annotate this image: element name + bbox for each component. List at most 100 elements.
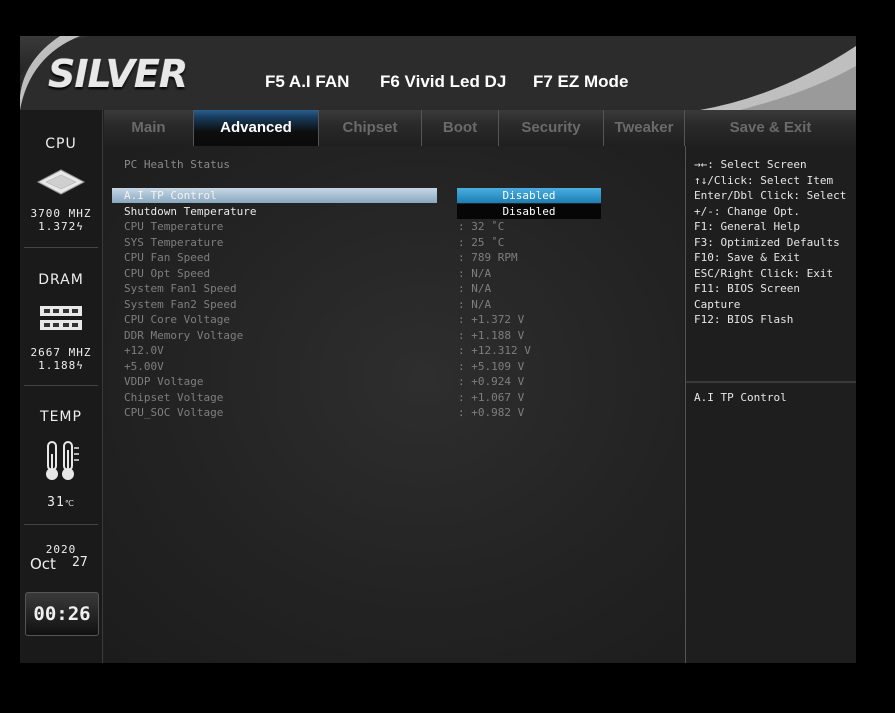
clock-time: 00:26 [33,603,91,625]
temp-title: TEMP [40,409,82,425]
reading-value: : N/A [458,282,492,295]
reading-value: : +12.312 V [458,344,531,357]
f6-vivid-led-button[interactable]: F6 Vivid Led DJ [380,72,506,92]
health-reading-row: CPU Fan Speed : 789 RPM [104,250,684,265]
health-reading-row: VDDP Voltage : +0.924 V [104,374,684,389]
sidebar-divider [24,385,98,386]
help-panel: →←: Select Screen ↑↓/Click: Select Item En… [685,146,856,663]
system-info-sidebar: CPU 3700 MHZ 1.372ϟ DRAM 2667 MHZ 1.188ϟ… [20,110,103,663]
cpu-frequency: 3700 MHZ [30,207,92,220]
tab-tweaker[interactable]: Tweaker [604,110,685,146]
tab-main[interactable]: Main [104,110,194,146]
reading-value: : 25 ˚C [458,235,505,249]
reading-value: : 32 ˚C [458,220,505,233]
tab-bar: Main Advanced Chipset Boot Security Twea… [104,110,856,146]
dram-title: DRAM [38,272,84,288]
ai-tp-control-row[interactable]: A.I TP Control Disabled [104,188,684,203]
help-key-line: ESC/Right Click: Exit [694,266,834,280]
help-key-line: F10: Save & Exit [694,251,800,264]
voltage-bolt-icon: ϟ [76,359,84,372]
dram-icon [40,306,82,330]
celsius-icon: ℃ [64,499,75,508]
help-key-line: Capture [694,297,741,311]
silver-logo: SILVER [48,52,188,96]
section-title: PC Health Status [124,158,230,171]
reading-label: Chipset Voltage [124,390,224,404]
reading-label: +12.0V [124,344,164,357]
health-reading-row: DDR Memory Voltage : +1.188 V [104,328,684,343]
thermometer-icon [46,441,79,480]
reading-value: : N/A [458,297,492,311]
cpu-icon [36,169,86,195]
reading-label: CPU Opt Speed [124,266,211,280]
sidebar-divider [24,524,98,525]
tab-save-exit[interactable]: Save & Exit [685,110,856,146]
temp-value: 31 [47,495,65,510]
reading-label: DDR Memory Voltage [124,328,244,342]
health-reading-row: CPU_SOC Voltage : +0.982 V [104,405,684,420]
reading-label: CPU Temperature [124,220,224,233]
health-reading-row: SYS Temperature : 25 ˚C [104,235,684,250]
shutdown-temperature-value[interactable]: Disabled [457,204,601,219]
help-key-line: F1: General Help [694,220,800,233]
date-month: Oct [30,555,56,573]
health-reading-row: CPU Temperature : 32 ˚C [104,219,684,234]
reading-value: : +0.982 V [458,406,525,419]
f5-ai-fan-button[interactable]: F5 A.I FAN [265,72,349,92]
bios-screen: SILVER F5 A.I FAN F6 Vivid Led DJ F7 EZ … [20,36,856,663]
item-description: A.I TP Control [694,391,787,404]
health-reading-row: System Fan2 Speed : N/A [104,297,684,312]
reading-value: : 789 RPM [458,251,518,264]
help-key-line: +/-: Change Opt. [694,204,800,218]
tab-security[interactable]: Security [499,110,604,146]
reading-label: System Fan2 Speed [124,297,237,311]
reading-label: System Fan1 Speed [124,282,237,295]
tab-chipset[interactable]: Chipset [319,110,422,146]
reading-value: : +1.067 V [458,390,525,404]
help-key-line: F11: BIOS Screen [694,282,800,295]
reading-label: CPU Fan Speed [124,251,211,264]
date-day: 27 [72,555,88,570]
settings-panel: PC Health Status A.I TP Control Disabled… [104,146,684,663]
cpu-title: CPU [45,136,77,152]
shutdown-temperature-row[interactable]: Shutdown Temperature Disabled [104,204,684,219]
help-divider [686,381,856,383]
help-key-line: →←: Select Screen [694,158,807,171]
health-reading-row: Chipset Voltage : +1.067 V [104,390,684,405]
cpu-voltage-row: 1.372ϟ [20,221,102,233]
temp-row: 31℃ [20,495,102,510]
health-reading-row: CPU Core Voltage : +1.372 V [104,312,684,327]
voltage-bolt-icon: ϟ [76,220,84,233]
reading-value: : +1.188 V [458,328,525,342]
reading-value: : +5.109 V [458,359,525,373]
dram-frequency: 2667 MHZ [30,346,92,359]
dram-voltage: 1.188 [38,359,77,372]
sidebar-divider [24,247,98,248]
cpu-voltage: 1.372 [38,220,77,233]
help-key-line: F3: Optimized Defaults [694,235,840,249]
tab-boot[interactable]: Boot [422,110,499,146]
reading-label: CPU_SOC Voltage [124,406,224,419]
reading-label: SYS Temperature [124,235,224,249]
help-key-line: Enter/Dbl Click: Select [694,189,847,202]
clock-panel: 00:26 [25,592,99,636]
tab-advanced[interactable]: Advanced [194,110,319,146]
health-reading-row: +5.00V : +5.109 V [104,359,684,374]
help-key-line: ↑↓/Click: Select Item [694,173,834,187]
reading-value: : +1.372 V [458,313,525,326]
reading-label: VDDP Voltage [124,375,204,388]
header-bar: SILVER F5 A.I FAN F6 Vivid Led DJ F7 EZ … [20,36,856,110]
f7-ez-mode-button[interactable]: F7 EZ Mode [533,72,628,92]
shutdown-temperature-label: Shutdown Temperature [124,205,257,218]
health-reading-row: CPU Opt Speed : N/A [104,266,684,281]
health-reading-row: System Fan1 Speed : N/A [104,281,684,296]
ai-tp-control-value[interactable]: Disabled [457,188,601,203]
reading-label: +5.00V [124,359,164,373]
reading-value: : N/A [458,266,492,280]
help-key-line: F12: BIOS Flash [694,313,794,326]
reading-label: CPU Core Voltage [124,313,230,326]
health-reading-row: +12.0V : +12.312 V [104,343,684,358]
ai-tp-control-label: A.I TP Control [124,189,217,202]
reading-value: : +0.924 V [458,375,525,388]
dram-voltage-row: 1.188ϟ [20,360,102,372]
